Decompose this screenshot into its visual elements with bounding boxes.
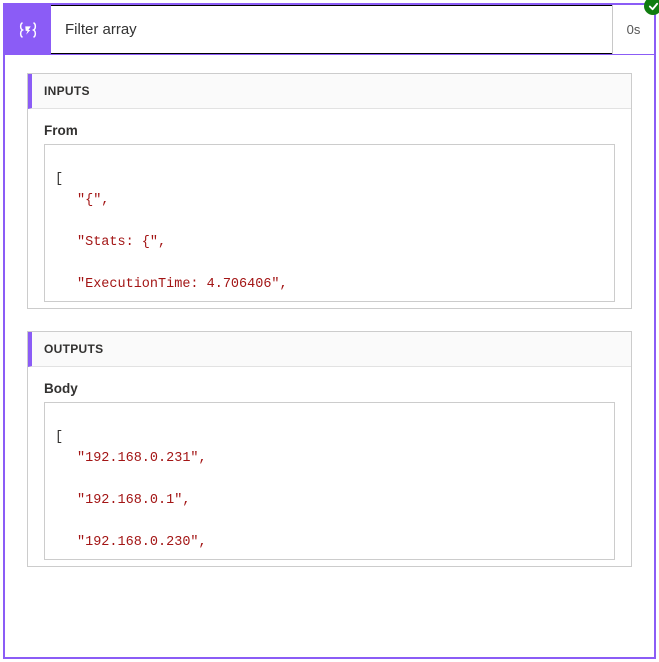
action-body: INPUTS From [ "{", "Stats: {", "Executio… xyxy=(5,55,654,607)
code-line: "{", xyxy=(55,191,608,212)
outputs-field-label: Body xyxy=(44,381,615,396)
action-card: Filter array 0s INPUTS From [ "{", "Stat… xyxy=(3,3,656,659)
action-header[interactable]: Filter array 0s xyxy=(5,5,654,55)
code-line: "Stats: {", xyxy=(55,233,608,254)
inputs-panel-header: INPUTS xyxy=(28,74,631,109)
outputs-panel-header: OUTPUTS xyxy=(28,332,631,367)
code-line: "192.168.0.230", xyxy=(55,533,608,554)
code-line: "192.168.0.231", xyxy=(55,449,608,470)
code-line: "ExecutionTime: 4.706406", xyxy=(55,275,608,296)
filter-array-icon xyxy=(5,5,51,54)
outputs-code-box[interactable]: [ "192.168.0.231", "192.168.0.1", "192.1… xyxy=(44,402,615,560)
code-line: "192.168.0.1", xyxy=(55,491,608,512)
inputs-code-box[interactable]: [ "{", "Stats: {", "ExecutionTime: 4.706… xyxy=(44,144,615,302)
inputs-panel: INPUTS From [ "{", "Stats: {", "Executio… xyxy=(27,73,632,309)
outputs-panel: OUTPUTS Body [ "192.168.0.231", "192.168… xyxy=(27,331,632,567)
inputs-field-label: From xyxy=(44,123,615,138)
action-duration: 0s xyxy=(612,5,654,54)
action-title: Filter array xyxy=(51,5,612,54)
